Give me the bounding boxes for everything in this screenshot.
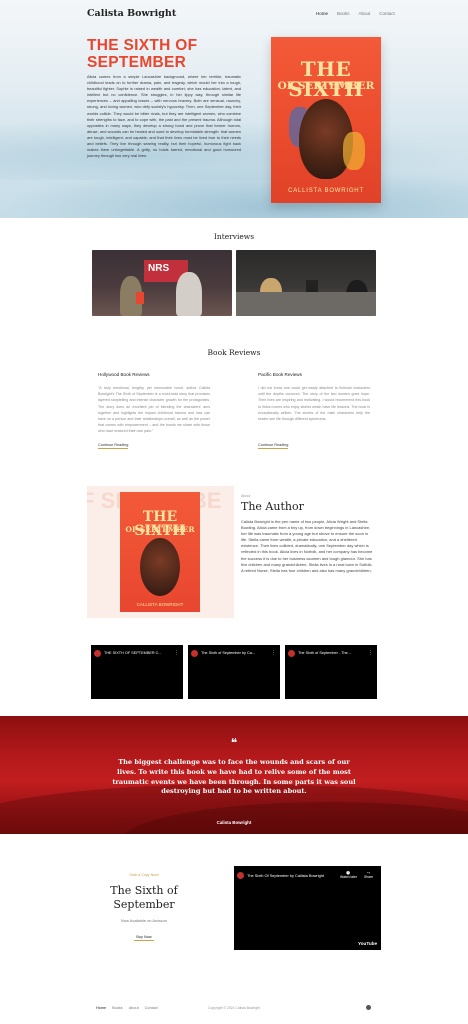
quote-mark-icon: ❝: [230, 736, 238, 750]
studio-desk: [236, 292, 376, 316]
watch-later-label: Watch later: [340, 875, 358, 879]
channel-avatar-icon: [191, 650, 198, 657]
continue-reading-link[interactable]: Continue Reading: [98, 443, 129, 449]
main-nav: Home Books About Contact: [316, 11, 395, 16]
book-cover: THE SIXTH OF SEPTEMBER CALLISTA BOWRIGHT: [271, 37, 381, 203]
review-card: Hollywood Book Reviews "A truly emotiona…: [98, 372, 210, 449]
cover-face-illustration: [140, 538, 180, 596]
buy-eyebrow: Grab a Copy Now!: [129, 873, 159, 877]
video-title[interactable]: The Sixth of September by Ca...: [201, 651, 271, 655]
about-text: Calista Bowright is the pen name of two …: [241, 519, 373, 573]
share-label: Share: [364, 875, 374, 879]
video-embed-2[interactable]: The Sixth of September by Ca... ⋮: [188, 645, 280, 699]
book-cover-title-line2: OF SEPTEMBER: [125, 525, 195, 534]
quote-text: The biggest challenge was to face the wo…: [112, 758, 356, 796]
copyright: Copyright © 2021 Calista Bowright: [208, 1006, 260, 1010]
video-embed-3[interactable]: The Sixth of September - The... ⋮: [285, 645, 377, 699]
buy-now-button[interactable]: Buy Now: [134, 935, 154, 941]
review-source: Pacific Book Reviews: [258, 372, 302, 377]
book-cover-author: CALLISTA BOWRIGHT: [136, 602, 184, 607]
video-title[interactable]: The Sixth Of September by Callista Bowri…: [247, 873, 324, 878]
nav-home[interactable]: Home: [316, 11, 328, 16]
more-options-icon[interactable]: ⋮: [271, 650, 276, 656]
buy-subtitle: Now Available on Amazon: [120, 918, 168, 923]
featured-video-embed[interactable]: The Sixth Of September by Callista Bowri…: [234, 866, 381, 950]
interview-photo-2[interactable]: [236, 250, 376, 316]
channel-avatar-icon: [288, 650, 295, 657]
nav-about[interactable]: About: [359, 11, 371, 16]
nav-books[interactable]: Books: [337, 11, 350, 16]
continue-reading-link[interactable]: Continue Reading: [258, 443, 289, 449]
about-title: The Author: [241, 500, 304, 513]
more-options-icon[interactable]: ⋮: [368, 650, 373, 656]
quote-section: ❝ The biggest challenge was to face the …: [0, 716, 468, 834]
interview-person: [176, 272, 202, 316]
nav-contact[interactable]: Contact: [379, 11, 395, 16]
book-cover-title-line2: OF SEPTEMBER: [277, 80, 375, 92]
video-title[interactable]: The Sixth of September - The...: [298, 651, 368, 655]
channel-avatar-icon: [237, 872, 244, 879]
author-book-cover: THE SIXTH OF SEPTEMBER CALLISTA BOWRIGHT: [120, 492, 200, 612]
hero-section: Calista Bowright Home Books About Contac…: [0, 0, 468, 218]
about-eyebrow: About: [241, 494, 251, 498]
hero-mist-lower: [0, 165, 468, 218]
hero-description: Alicia comes from a simple Lancashire ba…: [87, 74, 241, 159]
review-text: "A truly emotional, lengthy, yet memorab…: [98, 386, 210, 434]
buy-title: The Sixth of September: [110, 884, 178, 911]
review-card: Pacific Book Reviews I did not know one …: [258, 372, 370, 449]
video-embed-1[interactable]: THE SIXTH OF SEPTEMBER C... ⋮: [91, 645, 183, 699]
interview-photo-1[interactable]: NRS: [92, 250, 232, 316]
youtube-logo[interactable]: YouTube: [358, 941, 377, 946]
review-text: I did not know one could get easily atta…: [258, 386, 370, 422]
review-source: Hollywood Book Reviews: [98, 372, 150, 377]
interviews-title: Interviews: [213, 232, 255, 241]
watch-later-button[interactable]: 🕒 Watch later: [340, 871, 357, 879]
more-options-icon[interactable]: ⋮: [174, 650, 179, 656]
social-icon[interactable]: [366, 1005, 371, 1010]
book-cover-author: CALLISTA BOWRIGHT: [288, 188, 364, 194]
held-book: [136, 292, 144, 304]
share-button[interactable]: ↪ Share: [364, 871, 373, 879]
video-title[interactable]: THE SIXTH OF SEPTEMBER C...: [104, 651, 174, 655]
site-brand[interactable]: Calista Bowright: [87, 8, 176, 19]
radio-sign-text: NRS: [148, 263, 170, 274]
book-cover-title-line1: THE SIXTH: [288, 57, 364, 101]
reviews-title: Book Reviews: [207, 348, 261, 357]
channel-avatar-icon: [94, 650, 101, 657]
cover-paint-splash-gold: [343, 132, 365, 170]
hero-title: THE SIXTH OF SEPTEMBER: [87, 37, 198, 71]
quote-author: Calista Bowright: [216, 820, 252, 825]
